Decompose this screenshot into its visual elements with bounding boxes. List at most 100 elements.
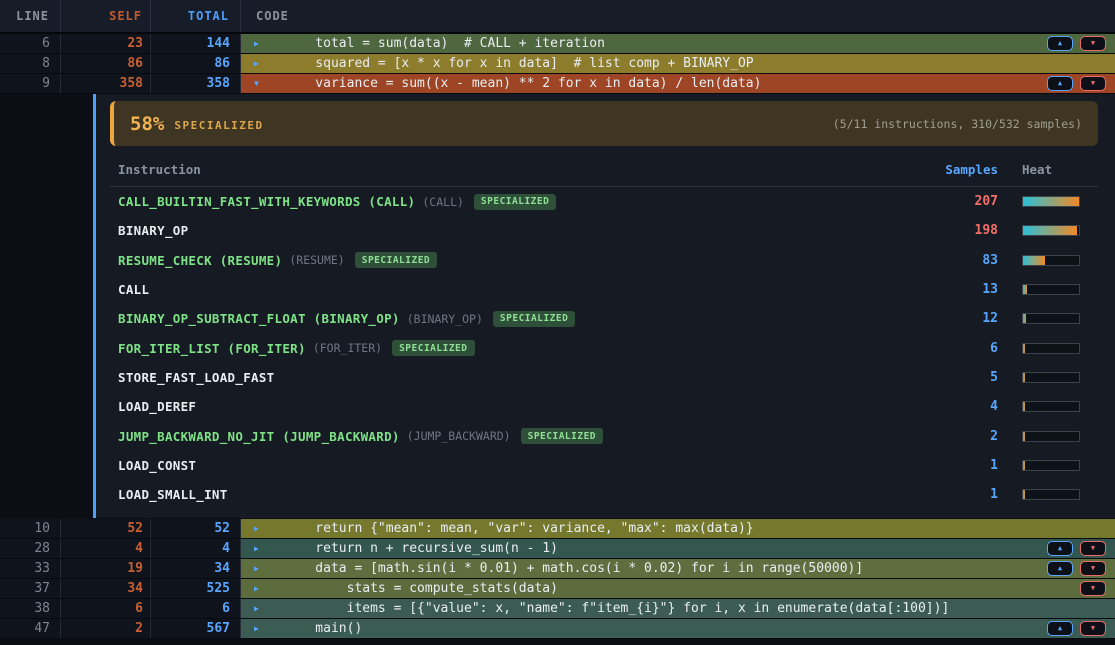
heat-bar-fill	[1023, 285, 1027, 294]
nav-down-button[interactable]: ▼	[1080, 541, 1106, 556]
specialized-badge: SPECIALIZED	[521, 428, 603, 444]
row-nav-buttons: ▼	[1080, 581, 1115, 596]
heat-bar-fill	[1023, 490, 1025, 499]
base-opcode-name: (CALL)	[422, 195, 464, 209]
line-number: 47	[0, 619, 61, 638]
self-samples: 52	[61, 519, 151, 538]
row-nav-buttons: ▲ ▼	[1047, 541, 1115, 556]
instruction-name: CALL_BUILTIN_FAST_WITH_KEYWORDS (CALL)	[118, 194, 415, 209]
source-code-text: return n + recursive_sum(n - 1)	[284, 541, 558, 556]
heat-bar	[1022, 460, 1080, 471]
source-code-text: variance = sum((x - mean) ** 2 for x in …	[284, 76, 761, 91]
total-samples: 6	[151, 599, 241, 618]
instruction-name: JUMP_BACKWARD_NO_JIT (JUMP_BACKWARD)	[118, 429, 400, 444]
expand-toggle-icon[interactable]: ▶	[241, 39, 284, 48]
code-cell[interactable]: ▼ variance = sum((x - mean) ** 2 for x i…	[241, 74, 1115, 93]
heat-bar-fill	[1023, 373, 1025, 382]
expand-toggle-icon[interactable]: ▶	[241, 564, 284, 573]
instruction-row: LOAD_DEREF 4	[110, 392, 1098, 421]
row-nav-buttons: ▲ ▼	[1047, 621, 1115, 636]
expand-toggle-icon[interactable]: ▶	[241, 59, 284, 68]
instruction-table-header: Instruction Samples Heat	[110, 162, 1098, 187]
heat-bar-fill	[1023, 461, 1025, 470]
line-number: 37	[0, 579, 61, 598]
code-cell[interactable]: ▶ total = sum(data) # CALL + iteration ▲…	[241, 34, 1115, 53]
row-nav-buttons: ▲ ▼	[1047, 36, 1115, 51]
row-nav-buttons: ▲ ▼	[1047, 76, 1115, 91]
code-cell[interactable]: ▶ main() ▲ ▼	[241, 619, 1115, 638]
code-line-row: 33 19 34 ▶ data = [math.sin(i * 0.01) + …	[0, 559, 1115, 579]
instruction-name: CALL	[118, 282, 149, 297]
heat-bar-fill	[1023, 344, 1025, 353]
self-samples: 19	[61, 559, 151, 578]
instruction-sample-count: 6	[938, 341, 1010, 356]
expand-toggle-icon[interactable]: ▶	[241, 524, 284, 533]
nav-up-button[interactable]: ▲	[1047, 561, 1073, 576]
nav-up-button[interactable]: ▲	[1047, 621, 1073, 636]
instruction-row: FOR_ITER_LIST (FOR_ITER) (FOR_ITER) SPEC…	[110, 333, 1098, 362]
instruction-sample-count: 207	[938, 194, 1010, 209]
instruction-sample-count: 13	[938, 282, 1010, 297]
instruction-name: LOAD_DEREF	[118, 399, 196, 414]
line-column-header: LINE	[0, 0, 61, 32]
instruction-sample-count: 83	[938, 253, 1010, 268]
heat-header: Heat	[1010, 162, 1098, 177]
code-line-row: 38 6 6 ▶ items = [{"value": x, "name": f…	[0, 599, 1115, 619]
base-opcode-name: (JUMP_BACKWARD)	[407, 429, 511, 443]
instruction-sample-count: 4	[938, 399, 1010, 414]
nav-up-button[interactable]: ▲	[1047, 36, 1073, 51]
nav-down-button[interactable]: ▼	[1080, 36, 1106, 51]
code-line-row: 37 34 525 ▶ stats = compute_stats(data) …	[0, 579, 1115, 599]
self-samples: 2	[61, 619, 151, 638]
nav-down-button[interactable]: ▼	[1080, 581, 1106, 596]
heat-bar	[1022, 196, 1080, 207]
expand-toggle-icon[interactable]: ▶	[241, 624, 284, 633]
line-number: 28	[0, 539, 61, 558]
expanded-instruction-panel: 58% SPECIALIZED (5/11 instructions, 310/…	[93, 94, 1115, 518]
code-cell[interactable]: ▶ return n + recursive_sum(n - 1) ▲ ▼	[241, 539, 1115, 558]
row-nav-buttons: ▲ ▼	[1047, 561, 1115, 576]
instruction-row: CALL_BUILTIN_FAST_WITH_KEYWORDS (CALL) (…	[110, 187, 1098, 216]
source-code-text: total = sum(data) # CALL + iteration	[284, 36, 605, 51]
instruction-sample-count: 2	[938, 429, 1010, 444]
instruction-name: LOAD_CONST	[118, 458, 196, 473]
instruction-name: BINARY_OP_SUBTRACT_FLOAT (BINARY_OP)	[118, 311, 400, 326]
total-samples: 144	[151, 34, 241, 53]
code-cell[interactable]: ▶ stats = compute_stats(data) ▼	[241, 579, 1115, 598]
heat-bar-fill	[1023, 432, 1025, 441]
heat-bar-fill	[1023, 226, 1077, 235]
code-cell[interactable]: ▶ return {"mean": mean, "var": variance,…	[241, 519, 1115, 538]
instruction-row: BINARY_OP_SUBTRACT_FLOAT (BINARY_OP) (BI…	[110, 304, 1098, 333]
specialized-label: SPECIALIZED	[174, 119, 263, 132]
expand-toggle-icon[interactable]: ▶	[241, 544, 284, 553]
self-samples: 23	[61, 34, 151, 53]
code-line-row: 28 4 4 ▶ return n + recursive_sum(n - 1)…	[0, 539, 1115, 559]
top-code-rows: 6 23 144 ▶ total = sum(data) # CALL + it…	[0, 34, 1115, 94]
instruction-sample-count: 5	[938, 370, 1010, 385]
heat-bar-fill	[1023, 256, 1045, 265]
self-column-header: SELF	[61, 0, 151, 32]
heat-bar	[1022, 401, 1080, 412]
expand-toggle-icon[interactable]: ▶	[241, 584, 284, 593]
expand-toggle-icon[interactable]: ▼	[241, 79, 284, 88]
instruction-sample-count: 12	[938, 311, 1010, 326]
nav-down-button[interactable]: ▼	[1080, 621, 1106, 636]
code-line-row: 8 86 86 ▶ squared = [x * x for x in data…	[0, 54, 1115, 74]
heat-bar	[1022, 343, 1080, 354]
expand-toggle-icon[interactable]: ▶	[241, 604, 284, 613]
heat-bar	[1022, 225, 1080, 236]
code-line-row: 6 23 144 ▶ total = sum(data) # CALL + it…	[0, 34, 1115, 54]
source-code-text: data = [math.sin(i * 0.01) + math.cos(i …	[284, 561, 863, 576]
heat-bar	[1022, 255, 1080, 266]
instruction-row: BINARY_OP 198	[110, 216, 1098, 245]
nav-up-button[interactable]: ▲	[1047, 541, 1073, 556]
code-cell[interactable]: ▶ squared = [x * x for x in data] # list…	[241, 54, 1115, 73]
heat-bar	[1022, 313, 1080, 324]
nav-down-button[interactable]: ▼	[1080, 561, 1106, 576]
nav-down-button[interactable]: ▼	[1080, 76, 1106, 91]
heat-bar	[1022, 431, 1080, 442]
code-cell[interactable]: ▶ data = [math.sin(i * 0.01) + math.cos(…	[241, 559, 1115, 578]
bottom-code-rows: 10 52 52 ▶ return {"mean": mean, "var": …	[0, 519, 1115, 639]
code-cell[interactable]: ▶ items = [{"value": x, "name": f"item_{…	[241, 599, 1115, 618]
nav-up-button[interactable]: ▲	[1047, 76, 1073, 91]
